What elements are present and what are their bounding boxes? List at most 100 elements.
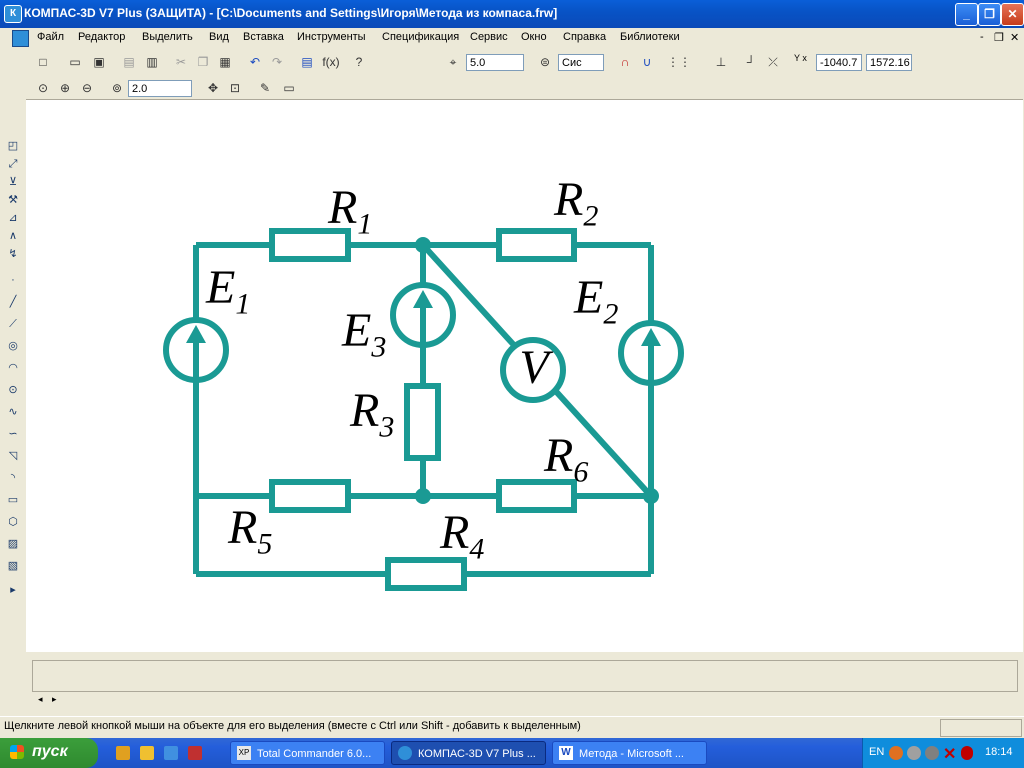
snap-icon[interactable]: ∩ [616,53,634,71]
grid-icon[interactable]: ⋮⋮ [667,53,691,71]
open-folder-icon[interactable]: ▭ [66,53,84,71]
ellipse-icon[interactable]: ⊙ [5,382,21,398]
parametrization-icon[interactable]: ⊿ [5,210,21,226]
zoom-field[interactable]: 2.0 [128,80,192,97]
local-cs-icon[interactable]: ⊥ [712,53,730,71]
print-preview-icon[interactable]: ▥ [143,53,161,71]
quicklaunch-icon[interactable] [140,746,154,760]
menu-help[interactable]: Справка [563,31,606,43]
cut-icon[interactable]: ✂ [172,53,190,71]
display-mode-icon[interactable]: ▭ [280,79,298,97]
menu-edit[interactable]: Редактор [78,31,125,43]
tray-icon[interactable] [961,746,973,760]
fit-all-icon[interactable]: ⊡ [226,79,244,97]
scroll-left-icon[interactable]: ◂ [38,694,43,705]
property-field[interactable] [32,660,1018,692]
step-field[interactable]: 5.0 [466,54,524,71]
zoom-out-icon[interactable]: ⊖ [78,79,96,97]
curve-icon[interactable]: ∽ [5,426,21,442]
new-file-icon[interactable]: □ [34,53,52,71]
quicklaunch-icon[interactable] [188,746,202,760]
menu-libraries[interactable]: Библиотеки [620,31,680,43]
menu-view[interactable]: Вид [209,31,229,43]
more-tools-icon[interactable]: ▸ [5,582,21,598]
select-icon[interactable]: ↯ [5,246,21,262]
menu-tools[interactable]: Инструменты [297,31,366,43]
document-icon[interactable] [12,30,29,47]
redo-icon[interactable]: ↷ [268,53,286,71]
task-word[interactable]: W Метода - Microsoft ... [552,741,707,765]
menu-window[interactable]: Окно [521,31,547,43]
maximize-button[interactable]: ❐ [978,3,1001,26]
fx-button[interactable]: f(x) [320,53,342,71]
aux-line-icon[interactable]: ╱ [5,294,21,310]
ortho-icon[interactable]: ┘ [742,53,760,71]
round-icon[interactable]: ⤫ [764,53,782,71]
zoom-in-icon[interactable]: ⊕ [56,79,74,97]
drawing-canvas[interactable]: R1 R2 R3 R4 R5 R6 E1 E2 E3 V [26,99,1023,653]
tray-icon[interactable] [889,746,903,760]
kompas-icon [398,746,412,760]
close-button[interactable]: ✕ [1001,3,1024,26]
start-button[interactable]: пуск [0,738,98,768]
refresh-icon[interactable]: ✎ [256,79,274,97]
antivirus-icon[interactable]: ✕ [943,744,956,764]
symbols-icon[interactable]: ⊻ [5,174,21,190]
magnet-icon[interactable]: ∪ [638,53,656,71]
edit-icon[interactable]: ⚒ [5,192,21,208]
arc-icon[interactable]: ◠ [5,360,21,376]
variables-icon[interactable]: ▤ [298,53,316,71]
pan-icon[interactable]: ✥ [204,79,222,97]
minimize-button[interactable]: _ [955,3,978,26]
menu-insert[interactable]: Вставка [243,31,284,43]
doc-close-icon[interactable]: ✕ [1010,31,1019,44]
task-total-commander[interactable]: XP Total Commander 6.0... [230,741,385,765]
circle-icon[interactable]: ◎ [5,338,21,354]
task-kompas[interactable]: КОМПАС-3D V7 Plus ... [391,741,546,765]
coord-label: Y x [794,53,807,63]
zoom-window-icon[interactable]: ⊙ [34,79,52,97]
menu-service[interactable]: Сервис [470,31,508,43]
menu-specification[interactable]: Спецификация [382,31,459,43]
undo-icon[interactable]: ↶ [246,53,264,71]
scroll-right-icon[interactable]: ▸ [52,694,57,705]
paste-icon[interactable]: ▦ [216,53,234,71]
fillet-icon[interactable]: ◝ [5,470,21,486]
coord-y-field[interactable]: 1572.16 [866,54,912,71]
hatch-icon[interactable]: ▨ [5,536,21,552]
doc-restore-icon[interactable]: ❐ [994,31,1004,44]
zoom-scale-icon[interactable]: ⊚ [108,79,126,97]
standard-toolbar: □ ▭ ▣ ▤ ▥ ✂ ❐ ▦ ↶ ↷ ▤ f(x) ? ⌖ 5.0 ⊜ Сис… [0,51,1024,73]
step-value: 5.0 [470,57,486,69]
app-icon[interactable]: К [4,5,22,23]
coord-x-field[interactable]: -1040.7 [816,54,862,71]
style-field[interactable]: Сис [558,54,604,71]
quicklaunch-icon[interactable] [164,746,178,760]
segment-icon[interactable]: ⟋ [5,316,21,332]
title-bar[interactable]: К КОМПАС-3D V7 Plus (ЗАЩИТА) - [C:\Docum… [0,0,1024,28]
context-help-icon[interactable]: ? [350,53,368,71]
fill-icon[interactable]: ▧ [5,558,21,574]
step-icon[interactable]: ⌖ [444,53,462,71]
quicklaunch-icon[interactable] [116,746,130,760]
layer-icon[interactable]: ⊜ [536,53,554,71]
tray-icon[interactable] [925,746,939,760]
rectangle-icon[interactable]: ▭ [5,492,21,508]
polygon-icon[interactable]: ⬡ [5,514,21,530]
label-r2: R2 [554,172,598,234]
tray-icon[interactable] [907,746,921,760]
language-indicator[interactable]: EN [869,746,884,758]
dimensions-icon[interactable]: ⤢ [5,156,21,172]
coord-y-value: 1572.16 [870,57,910,69]
measure-icon[interactable]: ∧ [5,228,21,244]
spline-icon[interactable]: ∿ [5,404,21,420]
chamfer-icon[interactable]: ◹ [5,448,21,464]
print-icon[interactable]: ▤ [120,53,138,71]
geometry-icon[interactable]: ◰ [5,138,21,154]
doc-minimize-icon[interactable]: - [980,31,984,43]
copy-icon[interactable]: ❐ [194,53,212,71]
menu-file[interactable]: Файл [37,31,64,43]
save-icon[interactable]: ▣ [90,53,108,71]
menu-select[interactable]: Выделить [142,31,193,43]
point-icon[interactable]: · [5,272,21,288]
